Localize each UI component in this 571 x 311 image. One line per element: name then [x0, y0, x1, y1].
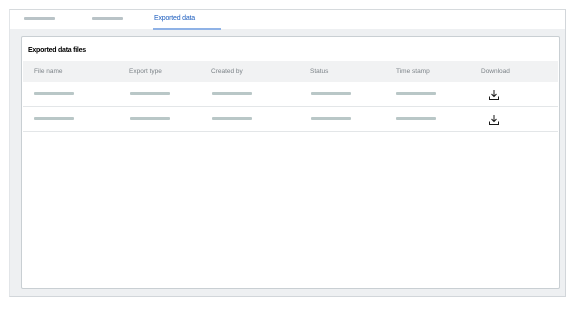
- tab-exported-data[interactable]: Exported data: [153, 14, 221, 30]
- export-type-placeholder: [130, 117, 170, 120]
- tab-bar: Exported data: [10, 10, 565, 30]
- tab-placeholder-1[interactable]: [24, 17, 55, 20]
- exported-files-card: Exported data files File name Export typ…: [21, 36, 560, 289]
- created-by-placeholder: [212, 117, 252, 120]
- column-header-created-by[interactable]: Created by: [211, 68, 243, 75]
- tab-exported-data-label: Exported data: [154, 15, 195, 22]
- column-header-export-type[interactable]: Export type: [129, 68, 162, 75]
- status-placeholder: [311, 92, 351, 95]
- status-placeholder: [311, 117, 351, 120]
- card-title: Exported data files: [28, 47, 86, 54]
- column-header-download: Download: [481, 68, 510, 75]
- table-row[interactable]: [23, 82, 558, 107]
- export-type-placeholder: [130, 92, 170, 95]
- table-row[interactable]: [23, 107, 558, 132]
- file-name-placeholder: [34, 117, 74, 120]
- time-stamp-placeholder: [396, 92, 436, 95]
- column-header-file-name[interactable]: File name: [34, 68, 63, 75]
- created-by-placeholder: [212, 92, 252, 95]
- column-header-time-stamp[interactable]: Time stamp: [396, 68, 430, 75]
- table-header: File name Export type Created by Status …: [23, 61, 558, 82]
- download-icon[interactable]: [488, 88, 500, 100]
- time-stamp-placeholder: [396, 117, 436, 120]
- download-icon[interactable]: [488, 113, 500, 125]
- tab-placeholder-2[interactable]: [92, 17, 123, 20]
- column-header-status[interactable]: Status: [310, 68, 328, 75]
- file-name-placeholder: [34, 92, 74, 95]
- app-frame: Exported data Exported data files File n…: [9, 9, 566, 297]
